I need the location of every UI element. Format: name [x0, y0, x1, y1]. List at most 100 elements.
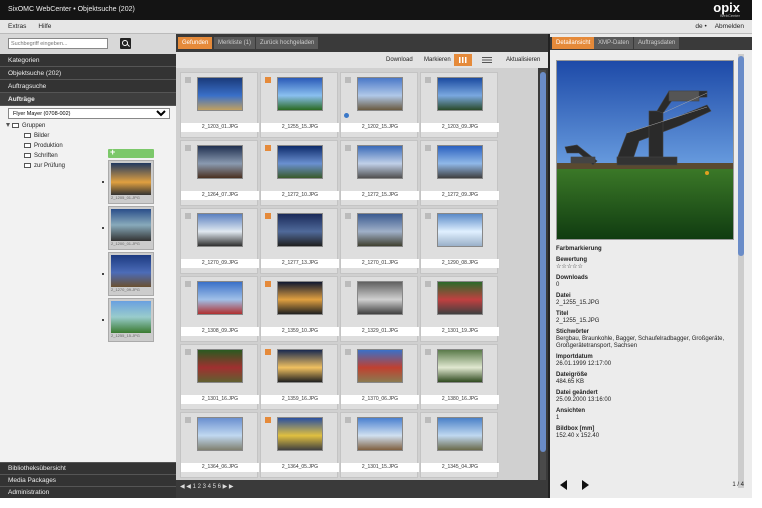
thumbnail-cell[interactable]: 2_1308_09.JPG — [180, 276, 259, 342]
thumbnail-cell[interactable]: 2_1301_16.JPG — [180, 344, 259, 410]
thumbnail-image[interactable] — [197, 77, 243, 111]
thumbnail-image[interactable] — [197, 417, 243, 451]
select-checkbox[interactable] — [345, 145, 351, 151]
thumbnail-cell[interactable]: 2_1203_09.JPG — [420, 72, 499, 138]
thumbnail-cell[interactable]: 2_1272_15.JPG — [340, 140, 419, 206]
select-checkbox[interactable] — [185, 281, 191, 287]
select-checkbox[interactable] — [265, 417, 271, 423]
thumbnail-cell[interactable]: 2_1272_10.JPG — [260, 140, 339, 206]
thumbnail-cell[interactable]: 2_1370_06.JPG — [340, 344, 419, 410]
thumbnail-image[interactable] — [357, 281, 403, 315]
select-checkbox[interactable] — [425, 145, 431, 151]
grid-view-icon[interactable] — [454, 54, 472, 66]
thumbnail-image[interactable] — [437, 145, 483, 179]
next-arrow-icon[interactable] — [582, 480, 589, 490]
select-checkbox[interactable] — [345, 349, 351, 355]
thumbnail-cell[interactable]: 2_1277_13.JPG — [260, 208, 339, 274]
thumbnail-image[interactable] — [277, 77, 323, 111]
thumbnail-image[interactable] — [357, 77, 403, 111]
thumbnail-cell[interactable]: 2_1359_10.JPG — [260, 276, 339, 342]
select-checkbox[interactable] — [265, 349, 271, 355]
thumbnail-cell[interactable]: 2_1255_15.JPG — [260, 72, 339, 138]
thumbnail-cell[interactable]: 2_1203_01.JPG — [180, 72, 259, 138]
thumbnail-image[interactable] — [357, 349, 403, 383]
list-view-icon[interactable] — [480, 54, 494, 66]
select-checkbox[interactable] — [265, 145, 271, 151]
order-select[interactable]: Flyer Mayer (0708-002) — [8, 108, 170, 119]
mark-button[interactable]: Markieren — [424, 52, 451, 68]
select-checkbox[interactable] — [185, 417, 191, 423]
select-checkbox[interactable] — [425, 77, 431, 83]
add-to-order-button[interactable] — [108, 147, 154, 158]
thumbnail-image[interactable] — [357, 417, 403, 451]
thumbnail-image[interactable] — [357, 145, 403, 179]
tree-item-bilder[interactable]: Bilder — [6, 131, 166, 141]
select-checkbox[interactable] — [425, 417, 431, 423]
thumbnail-cell[interactable]: 2_1364_05.JPG — [260, 412, 339, 478]
search-input[interactable] — [8, 38, 108, 49]
tab-found[interactable]: Gefunden — [178, 37, 213, 49]
thumbnail-image[interactable] — [197, 145, 243, 179]
library-overview-link[interactable]: Bibliotheksübersicht — [0, 462, 176, 474]
thumbnail-image[interactable] — [277, 213, 323, 247]
section-categories[interactable]: Kategorien — [0, 54, 176, 67]
thumbnail-image[interactable] — [437, 213, 483, 247]
thumbnail-cell[interactable]: 2_1359_16.JPG — [260, 344, 339, 410]
select-checkbox[interactable] — [185, 145, 191, 151]
select-checkbox[interactable] — [185, 77, 191, 83]
select-checkbox[interactable] — [185, 213, 191, 219]
thumbnail-cell[interactable]: 2_1270_01.JPG — [340, 208, 419, 274]
thumbnail-cell[interactable]: 2_1301_19.JPG — [420, 276, 499, 342]
order-thumb[interactable]: 2_1205_01.JPG — [102, 160, 154, 204]
results-scrollbar[interactable] — [540, 70, 546, 480]
thumbnail-image[interactable] — [197, 213, 243, 247]
select-checkbox[interactable] — [425, 213, 431, 219]
select-checkbox[interactable] — [265, 77, 271, 83]
menu-extras[interactable]: Extras — [8, 23, 26, 30]
pagination[interactable]: ◀ ◀ 1 2 3 4 5 6 ▶ ▶ — [180, 482, 233, 492]
thumbnail-image[interactable] — [437, 77, 483, 111]
tab-returned[interactable]: Zurück hochgeladen — [256, 37, 319, 49]
menu-help[interactable]: Hilfe — [38, 23, 51, 30]
search-icon[interactable] — [120, 38, 131, 49]
order-thumb[interactable]: 2_1200_01.JPG — [102, 206, 154, 250]
select-checkbox[interactable] — [185, 349, 191, 355]
select-checkbox[interactable] — [345, 417, 351, 423]
expand-icon[interactable] — [6, 123, 10, 128]
thumbnail-cell[interactable]: 2_1290_08.JPG — [420, 208, 499, 274]
select-checkbox[interactable] — [265, 281, 271, 287]
thumbnail-cell[interactable]: 2_1380_16.JPG — [420, 344, 499, 410]
prev-arrow-icon[interactable] — [560, 480, 567, 490]
thumbnail-image[interactable] — [437, 349, 483, 383]
thumbnail-image[interactable] — [197, 281, 243, 315]
order-thumb[interactable]: 2_1255_15.JPG — [102, 298, 154, 342]
detail-scrollbar[interactable] — [738, 54, 744, 488]
thumbnail-image[interactable] — [277, 145, 323, 179]
thumbnail-image[interactable] — [277, 281, 323, 315]
select-checkbox[interactable] — [425, 281, 431, 287]
thumbnail-cell[interactable]: 2_1345_04.JPG — [420, 412, 499, 478]
tab-detail-view[interactable]: Detailansicht — [552, 37, 595, 49]
administration-link[interactable]: Administration — [0, 486, 176, 498]
media-packages-link[interactable]: Media Packages — [0, 474, 176, 486]
thumbnail-image[interactable] — [277, 417, 323, 451]
tab-watchlist[interactable]: Merkliste (1) — [214, 37, 256, 49]
thumbnail-image[interactable] — [437, 281, 483, 315]
thumbnail-image[interactable] — [277, 349, 323, 383]
thumbnail-image[interactable] — [437, 417, 483, 451]
thumbnail-cell[interactable]: 2_1270_09.JPG — [180, 208, 259, 274]
select-checkbox[interactable] — [345, 77, 351, 83]
section-orders[interactable]: Aufträge — [0, 93, 176, 106]
tab-order-data[interactable]: Auftragsdaten — [634, 37, 680, 49]
download-button[interactable]: Download — [386, 52, 413, 68]
thumbnail-cell[interactable]: 2_1364_06.JPG — [180, 412, 259, 478]
section-object-search[interactable]: Objektsuche (202) — [0, 67, 176, 80]
select-checkbox[interactable] — [265, 213, 271, 219]
thumbnail-cell[interactable]: 2_1301_15.JPG — [340, 412, 419, 478]
select-checkbox[interactable] — [345, 213, 351, 219]
logout-link[interactable]: Abmelden — [715, 23, 744, 30]
language-select[interactable]: de • — [695, 23, 706, 30]
refresh-button[interactable]: Aktualisieren — [506, 52, 540, 68]
select-checkbox[interactable] — [425, 349, 431, 355]
thumbnail-image[interactable] — [357, 213, 403, 247]
